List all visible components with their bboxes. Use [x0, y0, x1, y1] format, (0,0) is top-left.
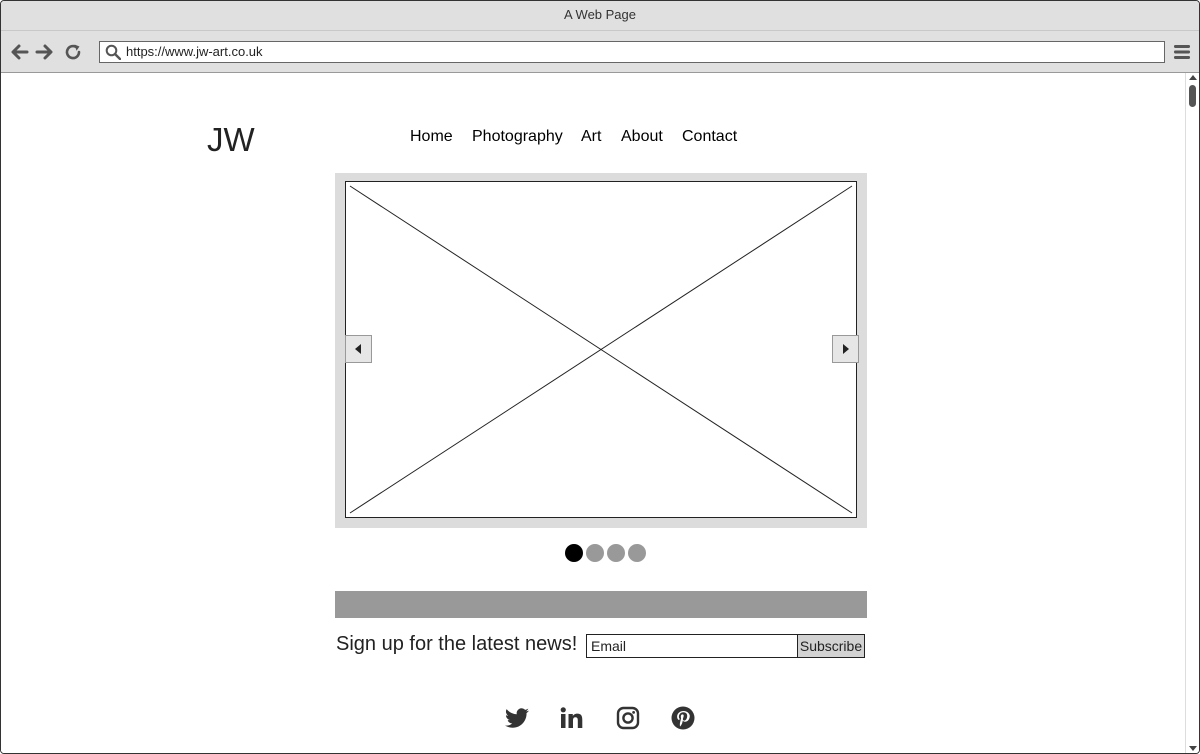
- instagram-icon[interactable]: [616, 706, 640, 730]
- carousel-dot-3[interactable]: [607, 544, 625, 562]
- carousel-dot-2[interactable]: [586, 544, 604, 562]
- carousel-next-button[interactable]: [832, 335, 859, 363]
- url-input[interactable]: [126, 42, 1156, 62]
- page-viewport: JW Home Photography Art About Contact Si…: [1, 73, 1185, 753]
- vertical-scrollbar[interactable]: [1185, 73, 1199, 753]
- nav-link-contact[interactable]: Contact: [682, 128, 737, 146]
- nav-link-about[interactable]: About: [621, 128, 663, 146]
- carousel-image-placeholder: [345, 181, 857, 518]
- linkedin-icon[interactable]: [560, 706, 584, 730]
- back-arrow-icon[interactable]: [9, 43, 29, 61]
- reload-icon[interactable]: [64, 43, 84, 61]
- pinterest-icon[interactable]: [671, 706, 695, 730]
- signup-heading: Sign up for the latest news!: [336, 633, 578, 655]
- window-title: A Web Page: [1, 1, 1199, 31]
- browser-toolbar: [1, 31, 1199, 73]
- nav-link-home[interactable]: Home: [410, 128, 453, 146]
- carousel-dot-4[interactable]: [628, 544, 646, 562]
- carousel-dot-1[interactable]: [565, 544, 583, 562]
- triangle-right-icon: [843, 344, 849, 354]
- hamburger-menu-icon[interactable]: [1173, 43, 1191, 61]
- browser-window: A Web Page JW Home Photography Art About…: [0, 0, 1200, 754]
- twitter-icon[interactable]: [505, 706, 529, 730]
- subscribe-button[interactable]: Subscribe: [797, 634, 865, 658]
- carousel-pagination: [565, 544, 649, 562]
- triangle-left-icon: [355, 344, 361, 354]
- forward-arrow-icon[interactable]: [35, 43, 55, 61]
- scroll-up-arrow-icon[interactable]: [1189, 75, 1197, 80]
- search-icon: [105, 44, 121, 60]
- divider-banner: [335, 591, 867, 618]
- site-logo[interactable]: JW: [207, 121, 255, 159]
- nav-link-art[interactable]: Art: [581, 128, 601, 146]
- carousel-prev-button[interactable]: [345, 335, 372, 363]
- nav-link-photography[interactable]: Photography: [472, 128, 563, 146]
- address-bar[interactable]: [99, 41, 1165, 63]
- image-carousel: [335, 173, 867, 528]
- scrollbar-thumb[interactable]: [1189, 85, 1196, 107]
- scroll-down-arrow-icon[interactable]: [1189, 746, 1197, 751]
- email-field[interactable]: [586, 634, 798, 658]
